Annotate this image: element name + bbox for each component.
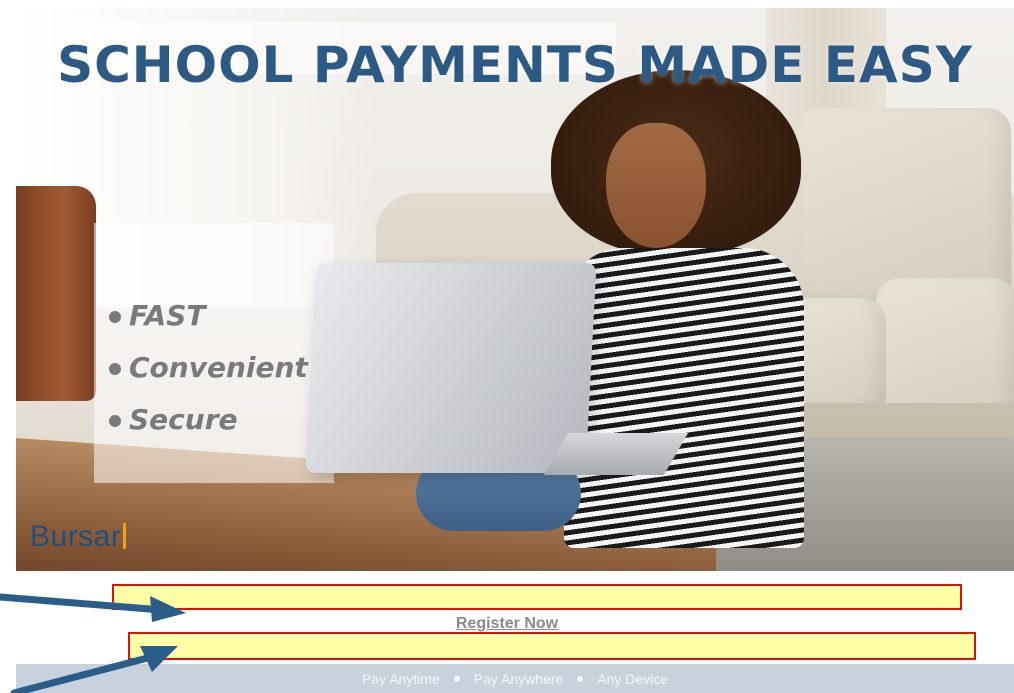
leather-chair: [16, 186, 96, 401]
feature-item: Convenient: [109, 342, 308, 394]
footer-item: Any Device: [597, 670, 669, 687]
feature-item: Secure: [109, 394, 308, 446]
separator-dot-icon: [453, 675, 460, 682]
bullet-icon: [109, 415, 121, 427]
laptop-base: [543, 433, 689, 475]
hero-headline: SCHOOL PAYMENTS MADE EASY: [57, 36, 973, 94]
bursari-logo: Bursar: [30, 520, 127, 554]
highlighted-field-2[interactable]: [128, 632, 976, 660]
feature-item: FAST: [109, 290, 308, 342]
footer-item: Pay Anytime: [361, 670, 440, 687]
logo-mark-icon: [123, 523, 127, 549]
person-face: [606, 123, 706, 248]
person-striped-shirt: [564, 248, 804, 548]
hero-banner: SCHOOL PAYMENTS MADE EASY FAST Convenien…: [16, 8, 1014, 571]
annotation-arrow-icon: [10, 646, 178, 693]
highlighted-field-1[interactable]: [112, 584, 962, 610]
feature-list: FAST Convenient Secure: [109, 290, 308, 446]
laptop: [305, 263, 597, 473]
bullet-icon: [109, 311, 121, 323]
footer-item: Pay Anywhere: [473, 670, 564, 687]
annotation-arrow-icon: [0, 593, 186, 622]
separator-dot-icon: [577, 675, 584, 682]
bullet-icon: [109, 363, 121, 375]
